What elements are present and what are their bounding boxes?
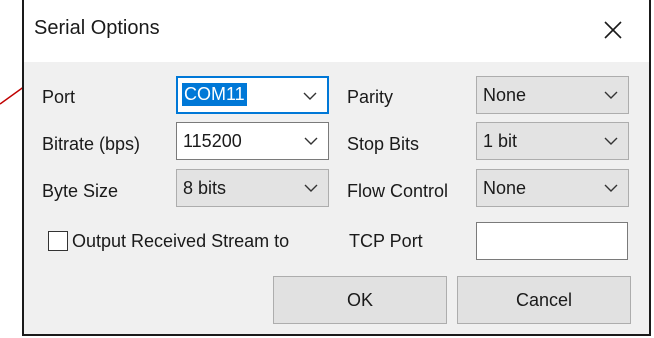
window-title: Serial Options — [34, 17, 160, 39]
chevron-down-icon — [303, 92, 317, 100]
port-select[interactable]: COM11 — [176, 76, 329, 114]
tcp-port-input[interactable] — [476, 222, 628, 260]
chevron-down-icon — [304, 184, 318, 192]
bitrate-select[interactable]: 115200 — [176, 122, 329, 160]
ok-button[interactable]: OK — [273, 276, 447, 324]
chevron-down-icon — [604, 91, 618, 99]
output-stream-checkbox[interactable] — [48, 231, 68, 251]
stop-bits-value: 1 bit — [483, 131, 518, 151]
stop-bits-label: Stop Bits — [347, 134, 420, 154]
bitrate-value: 115200 — [183, 131, 242, 151]
dialog-client-area: Port COM11 Bitrate (bps) 115200 Byte Siz… — [24, 62, 649, 334]
flow-control-value: None — [483, 178, 527, 198]
flow-control-select[interactable]: None — [476, 169, 629, 207]
chevron-down-icon — [604, 137, 618, 145]
screenshot: Serial Options Port COM11 Bitrate (bps) … — [0, 0, 654, 338]
close-button[interactable] — [590, 8, 636, 52]
flow-control-label: Flow Control — [347, 181, 449, 201]
chevron-down-icon — [604, 184, 618, 192]
parity-value: None — [483, 85, 527, 105]
port-value: COM11 — [182, 83, 247, 106]
parity-select[interactable]: None — [476, 76, 629, 114]
parity-label: Parity — [347, 87, 394, 107]
close-icon — [604, 21, 622, 39]
byte-size-label: Byte Size — [42, 181, 119, 201]
port-label: Port — [42, 87, 76, 107]
stop-bits-select[interactable]: 1 bit — [476, 122, 629, 160]
cancel-button[interactable]: Cancel — [457, 276, 631, 324]
bitrate-label: Bitrate (bps) — [42, 134, 141, 154]
output-stream-label: Output Received Stream to — [72, 231, 290, 251]
byte-size-value: 8 bits — [183, 178, 227, 198]
serial-options-dialog: Serial Options Port COM11 Bitrate (bps) … — [22, 0, 651, 336]
chevron-down-icon — [304, 137, 318, 145]
tcp-port-label: TCP Port — [349, 231, 423, 251]
title-bar: Serial Options — [24, 0, 649, 62]
byte-size-select[interactable]: 8 bits — [176, 169, 329, 207]
